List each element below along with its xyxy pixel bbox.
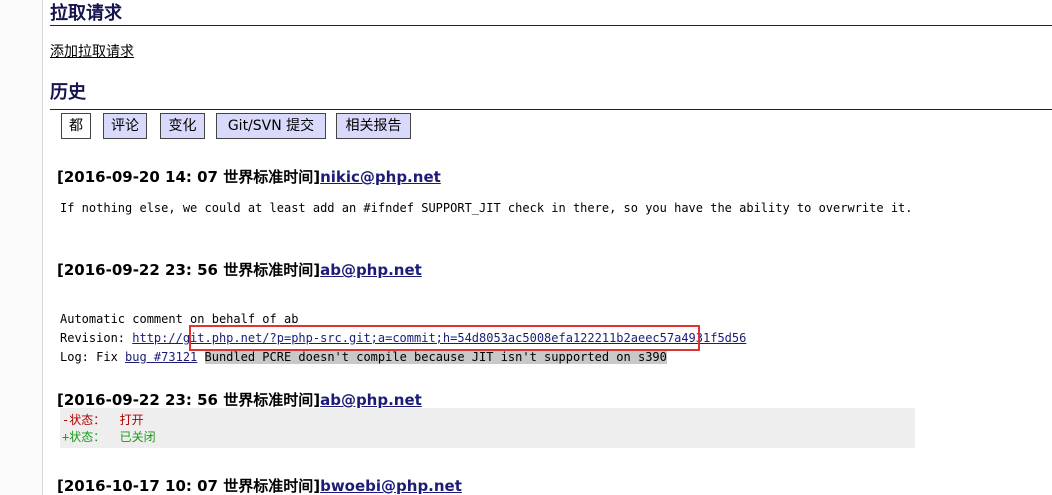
comment-header: [2016-10-17 10: 07 世界标准时间]bwoebi@php.net — [57, 477, 462, 495]
tab-git-svn-commits[interactable]: Git/SVN 提交 — [216, 113, 326, 139]
tab-comments[interactable]: 评论 — [103, 113, 147, 139]
comment-author-link[interactable]: ab@php.net — [320, 391, 422, 409]
tab-all[interactable]: 都 — [61, 113, 91, 139]
left-sidebar — [0, 0, 43, 495]
comment-author-link[interactable]: bwoebi@php.net — [320, 477, 462, 495]
diff-added-line: +状态： 已关闭 — [62, 430, 156, 444]
comment-header: [2016-09-22 23: 56 世界标准时间]ab@php.net — [57, 391, 422, 409]
log-label: Log: Fix — [60, 350, 126, 364]
comment-timestamp: [2016-09-20 14: 07 世界标准时间] — [57, 168, 321, 186]
status-change-diff: -状态： 打开 +状态： 已关闭 — [60, 408, 915, 448]
bug-link[interactable]: bug #73121 — [125, 350, 197, 364]
revision-label: Revision: — [60, 331, 133, 345]
comment-author-link[interactable]: nikic@php.net — [320, 168, 441, 186]
add-pull-request-link[interactable]: 添加拉取请求 — [50, 44, 134, 60]
highlighted-log-title: Bundled PCRE doesn't compile because JIT… — [204, 350, 667, 364]
highlight-annotation-box — [189, 325, 700, 351]
comment-body: If nothing else, we could at least add a… — [60, 201, 913, 215]
comment-author-link[interactable]: ab@php.net — [320, 261, 422, 279]
history-heading: 历史 — [50, 82, 1052, 110]
diff-removed-line: -状态： 打开 — [62, 413, 144, 427]
pull-requests-heading: 拉取请求 — [50, 3, 1052, 26]
comment-header: [2016-09-22 23: 56 世界标准时间]ab@php.net — [57, 261, 422, 279]
tab-related-reports[interactable]: 相关报告 — [336, 113, 411, 139]
comment-header: [2016-09-20 14: 07 世界标准时间]nikic@php.net — [57, 168, 441, 186]
comment-timestamp: [2016-09-22 23: 56 世界标准时间] — [57, 391, 321, 409]
comment-timestamp: [2016-09-22 23: 56 世界标准时间] — [57, 261, 321, 279]
comment-timestamp: [2016-10-17 10: 07 世界标准时间] — [57, 477, 321, 495]
tab-changes[interactable]: 变化 — [160, 113, 205, 139]
